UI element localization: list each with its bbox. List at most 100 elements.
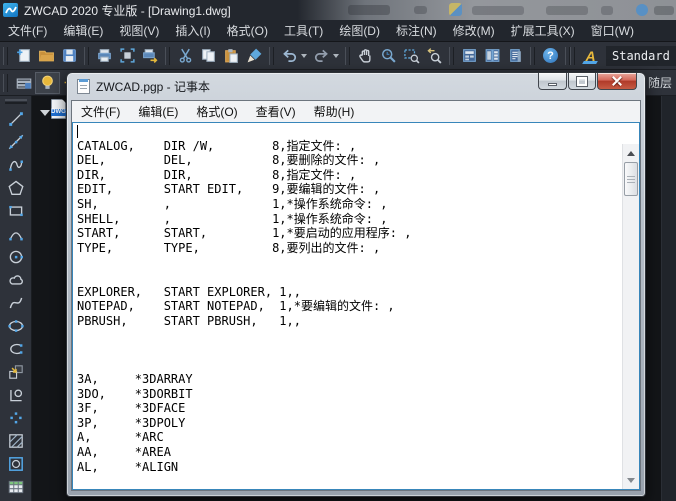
notepad-client: 文件(F) 编辑(E) 格式(O) 查看(V) 帮助(H) CATALOG, D… <box>71 100 641 491</box>
design-center-icon[interactable] <box>481 43 504 69</box>
maximize-button[interactable] <box>568 73 596 90</box>
notepad-menu-view[interactable]: 查看(V) <box>247 102 305 122</box>
text-style-icon[interactable]: A <box>579 43 602 69</box>
zwcad-titlebar[interactable]: ZWCAD 2020 专业版 - [Drawing1.dwg] <box>0 0 676 20</box>
minimize-button[interactable] <box>538 73 567 90</box>
cut-icon[interactable] <box>174 43 197 69</box>
point-icon[interactable] <box>1 406 31 429</box>
paste-icon[interactable] <box>220 43 243 69</box>
help-icon[interactable]: ? <box>539 43 562 69</box>
menu-tools[interactable]: 工具(T) <box>284 22 323 39</box>
zoom-realtime-icon[interactable] <box>377 43 400 69</box>
bulb-icon <box>36 70 59 96</box>
menu-view[interactable]: 视图(V) <box>119 22 159 39</box>
polyline-icon[interactable] <box>1 153 31 176</box>
spline-icon[interactable] <box>1 291 31 314</box>
close-button[interactable] <box>597 73 637 90</box>
notepad-icon <box>77 79 90 94</box>
pgp-file-content[interactable]: CATALOG, DIR /W, 8,指定文件: , DEL, DEL, 8,要… <box>73 123 639 474</box>
format-painter-icon[interactable] <box>243 43 266 69</box>
toolbar-grip[interactable] <box>269 47 274 65</box>
toolbar-grip[interactable] <box>84 47 89 65</box>
tool-palettes-icon[interactable] <box>504 43 527 69</box>
region-icon[interactable] <box>1 452 31 475</box>
line-icon[interactable] <box>1 107 31 130</box>
notepad-menu-file[interactable]: 文件(F) <box>72 102 129 122</box>
properties-palette-icon[interactable] <box>458 43 481 69</box>
plot-icon[interactable] <box>139 43 162 69</box>
bylayer-value[interactable]: 随层 <box>648 74 672 91</box>
copy-icon[interactable] <box>197 43 220 69</box>
insert-block-icon[interactable] <box>1 360 31 383</box>
dwg-file-icon[interactable]: DWG <box>51 99 66 119</box>
pan-icon[interactable] <box>354 43 377 69</box>
chevron-down-icon[interactable] <box>333 54 339 58</box>
layer-bulb-button[interactable] <box>35 72 60 94</box>
save-icon[interactable] <box>58 43 81 69</box>
menu-edit[interactable]: 编辑(E) <box>63 22 103 39</box>
text-style-combobox[interactable]: Standard <box>606 46 676 66</box>
arc-icon[interactable] <box>1 222 31 245</box>
hatch-icon[interactable] <box>1 429 31 452</box>
redo-icon[interactable] <box>310 43 333 69</box>
toolbar-grip[interactable] <box>165 47 170 65</box>
menu-format[interactable]: 格式(O) <box>227 22 268 39</box>
close-icon <box>611 75 623 87</box>
background-blob <box>348 5 390 15</box>
toolbar-grip[interactable] <box>570 47 575 65</box>
zwcad-standard-toolbar: ? A Standard <box>0 42 676 70</box>
zoom-window-icon[interactable] <box>400 43 423 69</box>
circle-icon[interactable] <box>1 245 31 268</box>
scroll-up-button[interactable] <box>623 146 639 160</box>
menu-insert[interactable]: 插入(I) <box>175 22 210 39</box>
toolbar-grip[interactable] <box>5 99 27 104</box>
print-icon[interactable] <box>93 43 116 69</box>
notepad-menu-format[interactable]: 格式(O) <box>187 102 246 122</box>
menu-draw[interactable]: 绘图(D) <box>339 22 380 39</box>
screen: ZWCAD 2020 专业版 - [Drawing1.dwg] 文件(F) 编辑… <box>0 0 676 501</box>
scroll-down-button[interactable] <box>623 473 639 487</box>
print-preview-icon[interactable] <box>116 43 139 69</box>
menu-modify[interactable]: 修改(M) <box>453 22 495 39</box>
draw-toolbar <box>0 96 32 501</box>
background-blob <box>449 3 462 16</box>
open-icon[interactable] <box>35 43 58 69</box>
new-icon[interactable] <box>12 43 35 69</box>
toolbar-grip[interactable] <box>449 47 454 65</box>
chevron-down-icon[interactable] <box>301 54 307 58</box>
polygon-icon[interactable] <box>1 176 31 199</box>
notepad-window: ZWCAD.pgp - 记事本 文件(F) 编辑(E) 格式(O) 查看(V) … <box>66 72 646 497</box>
background-blob <box>472 6 524 15</box>
vertical-scrollbar[interactable] <box>622 144 639 489</box>
toolbar-grip[interactable] <box>530 47 535 65</box>
ellipse-arc-icon[interactable] <box>1 337 31 360</box>
make-block-icon[interactable] <box>1 383 31 406</box>
toolbar-grip[interactable] <box>3 47 8 65</box>
background-blob <box>601 6 613 15</box>
toolbar-grip[interactable] <box>345 47 350 65</box>
notepad-window-title: ZWCAD.pgp - 记事本 <box>96 78 210 95</box>
background-blob <box>654 6 674 15</box>
menu-window[interactable]: 窗口(W) <box>591 22 634 39</box>
notepad-caption-buttons <box>537 73 637 90</box>
menu-dimension[interactable]: 标注(N) <box>396 22 437 39</box>
toolbar-grip[interactable] <box>3 74 8 92</box>
menu-file[interactable]: 文件(F) <box>8 22 47 39</box>
rectangle-icon[interactable] <box>1 199 31 222</box>
zoom-previous-icon[interactable] <box>423 43 446 69</box>
ellipse-icon[interactable] <box>1 314 31 337</box>
chevron-down-icon[interactable] <box>40 110 50 116</box>
construction-line-icon[interactable] <box>1 130 31 153</box>
notepad-menu-help[interactable]: 帮助(H) <box>305 102 364 122</box>
layers-icon[interactable] <box>12 70 35 96</box>
text-editor[interactable]: CATALOG, DIR /W, 8,指定文件: , DEL, DEL, 8,要… <box>72 122 640 490</box>
table-icon[interactable] <box>1 475 31 498</box>
revision-cloud-icon[interactable] <box>1 268 31 291</box>
right-panel-edge <box>661 96 676 501</box>
zwcad-window-title: ZWCAD 2020 专业版 - [Drawing1.dwg] <box>24 2 231 19</box>
menu-express-tools[interactable]: 扩展工具(X) <box>511 22 575 39</box>
scrollbar-thumb[interactable] <box>624 162 638 196</box>
undo-icon[interactable] <box>278 43 301 69</box>
notepad-menu-edit[interactable]: 编辑(E) <box>129 102 187 122</box>
maximize-icon <box>577 77 587 86</box>
